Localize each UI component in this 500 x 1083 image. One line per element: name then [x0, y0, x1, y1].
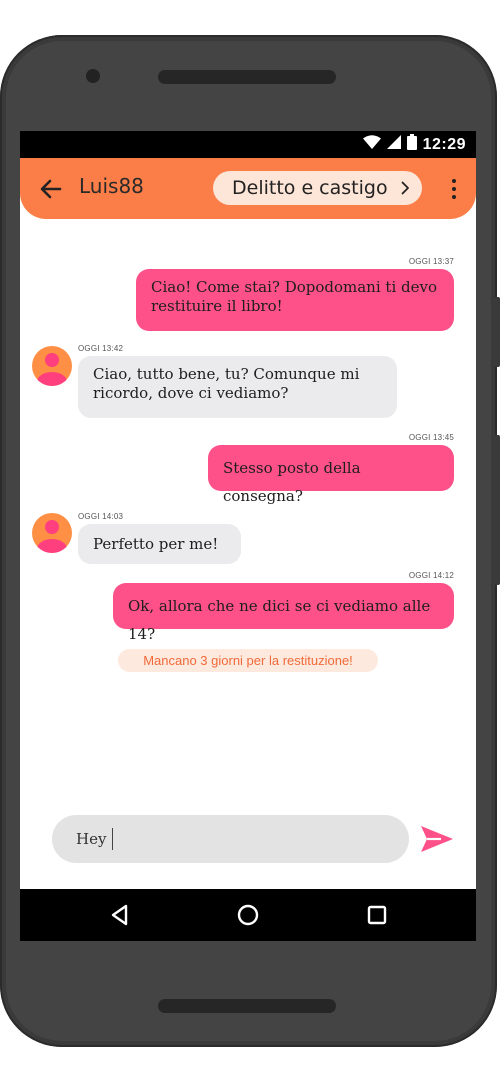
outgoing-message-bubble[interactable]: Ok, allora che ne dici se ci vediamo all… [113, 583, 454, 643]
message-input[interactable]: Hey [52, 815, 409, 863]
triangle-back-icon [111, 904, 128, 926]
return-reminder-notice: Mancano 3 giorni per la restituzione! [118, 649, 378, 672]
message-timestamp: OGGI 13:37 [408, 257, 454, 266]
outgoing-message-bubble[interactable]: Stesso posto della consegna? [208, 445, 454, 505]
outgoing-message-bubble[interactable]: Ciao! Come stai? Dopodomani ti devo rest… [136, 269, 454, 331]
nav-home-button[interactable] [236, 903, 260, 927]
signal-icon [386, 135, 401, 154]
user-avatar-icon [37, 353, 67, 386]
send-icon [421, 826, 453, 852]
arrow-left-icon [40, 179, 62, 199]
front-camera [86, 69, 100, 83]
book-chip[interactable]: Delitto e castigo [213, 171, 422, 205]
message-timestamp: OGGI 14:03 [78, 512, 124, 521]
battery-icon [406, 134, 417, 155]
power-button [494, 297, 500, 367]
chat-username[interactable]: Luis88 [79, 174, 144, 198]
incoming-message-bubble[interactable]: Perfetto per me! [78, 524, 241, 564]
bottom-speaker [158, 999, 336, 1013]
wifi-icon [362, 135, 381, 154]
volume-button [494, 435, 500, 585]
contact-avatar[interactable] [32, 346, 72, 386]
phone-screen: 12:29 Luis88 Delitto e castigo OGGI 13:3… [20, 131, 476, 941]
nav-back-button[interactable] [108, 903, 132, 927]
incoming-message-bubble[interactable]: Ciao, tutto bene, tu? Comunque mi ricord… [78, 356, 397, 418]
send-button[interactable] [419, 824, 455, 854]
chevron-right-icon [401, 181, 409, 195]
nav-recents-button[interactable] [365, 903, 389, 927]
book-title: Delitto e castigo [232, 177, 388, 199]
more-vertical-icon [452, 179, 456, 199]
user-avatar-icon [37, 520, 67, 553]
app-bar: Luis88 Delitto e castigo [20, 158, 476, 219]
square-recents-icon [367, 905, 387, 925]
circle-home-icon [237, 904, 259, 926]
more-options-button[interactable] [447, 178, 461, 200]
message-timestamp: OGGI 13:45 [408, 433, 454, 442]
message-timestamp: OGGI 13:42 [78, 344, 124, 353]
back-button[interactable] [38, 176, 64, 202]
status-time: 12:29 [422, 135, 466, 153]
system-nav-bar [20, 889, 476, 941]
text-caret [112, 828, 114, 850]
message-timestamp: OGGI 14:12 [408, 571, 454, 580]
status-bar: 12:29 [20, 131, 476, 158]
contact-avatar[interactable] [32, 513, 72, 553]
top-speaker [158, 70, 336, 84]
message-input-value: Hey [76, 830, 107, 848]
